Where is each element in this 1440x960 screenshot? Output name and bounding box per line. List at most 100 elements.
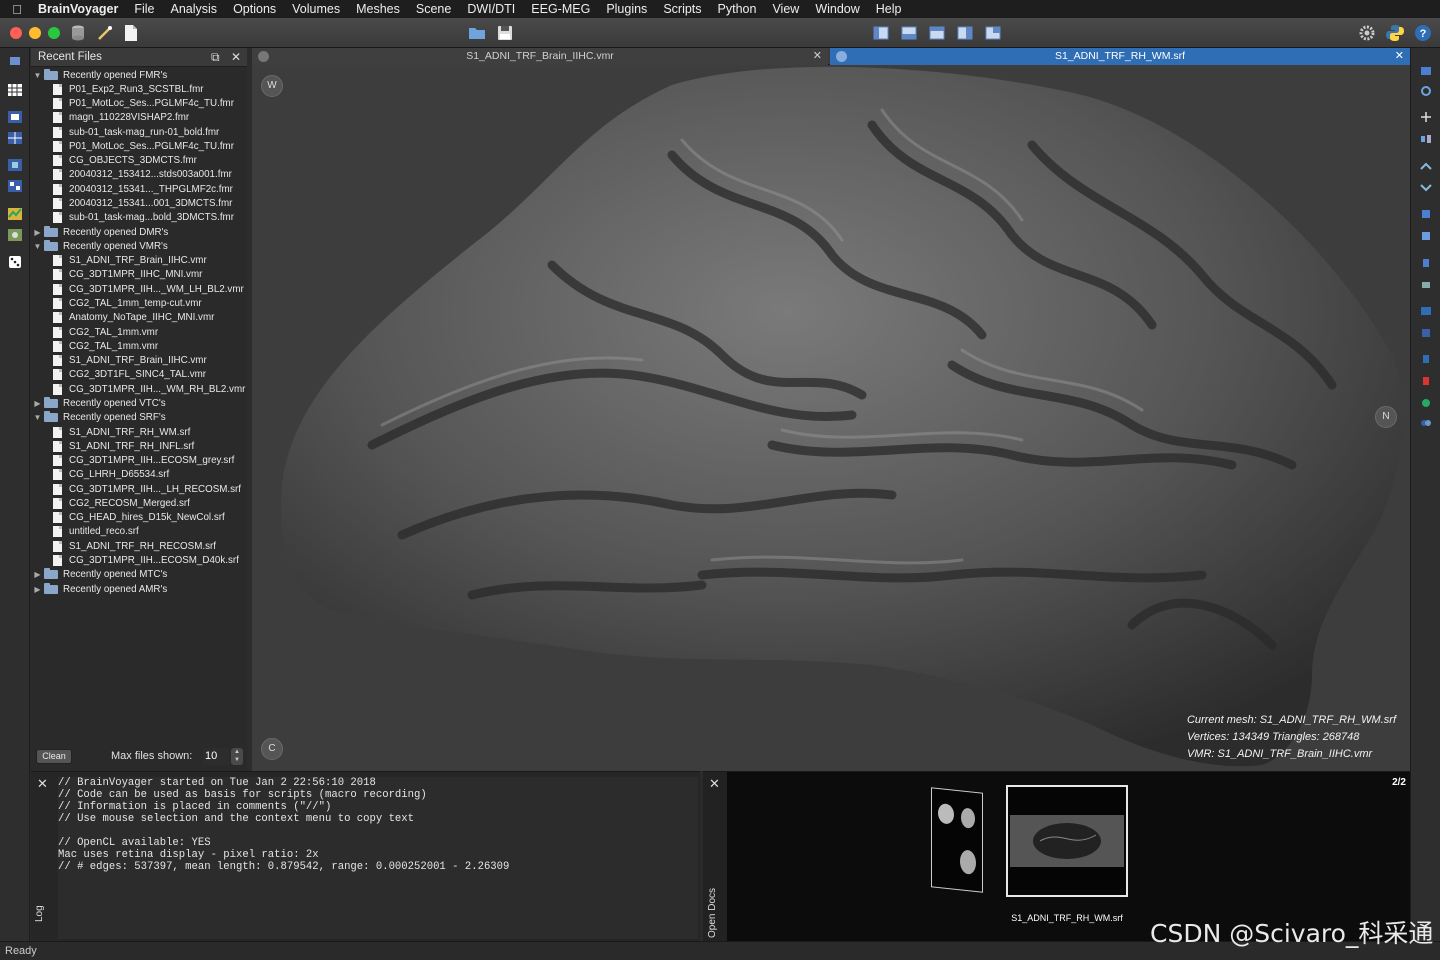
brain-mesh-render[interactable] bbox=[252, 65, 1410, 771]
tree-file-item[interactable]: S1_ADNI_TRF_Brain_IIHC.vmr bbox=[53, 354, 207, 368]
menu-meshes[interactable]: Meshes bbox=[348, 2, 408, 16]
view-c-button[interactable]: C bbox=[261, 738, 283, 760]
tree-file-item[interactable]: 20040312_153412...stds003a001.fmr bbox=[53, 168, 232, 182]
tree-file-item[interactable]: CG_LHRH_D65534.srf bbox=[53, 468, 169, 482]
tree-file-item[interactable]: 20040312_15341...001_3DMCTS.fmr bbox=[53, 197, 232, 211]
new-document-icon[interactable] bbox=[122, 24, 140, 42]
chevron-right-icon[interactable]: ▶ bbox=[33, 228, 42, 237]
tree-file-item[interactable]: CG_3DT1MPR_IIH...ECOSM_D40k.srf bbox=[53, 554, 239, 568]
tree-file-item[interactable]: S1_ADNI_TRF_RH_WM.srf bbox=[53, 425, 190, 439]
tab-srf[interactable]: S1_ADNI_TRF_RH_WM.srf ✕ bbox=[830, 48, 1410, 65]
chevron-down-icon[interactable]: ▼ bbox=[33, 71, 42, 80]
tree-file-item[interactable]: CG2_3DT1FL_SINC4_TAL.vmr bbox=[53, 368, 206, 382]
patch-icon[interactable] bbox=[1420, 328, 1432, 338]
tree-file-item[interactable]: CG2_TAL_1mm_temp-cut.vmr bbox=[53, 296, 202, 310]
tree-file-item[interactable]: CG2_TAL_1mm.vmr bbox=[53, 325, 158, 339]
menu-view[interactable]: View bbox=[764, 2, 807, 16]
menu-volumes[interactable]: Volumes bbox=[284, 2, 348, 16]
volume-tool-icon[interactable] bbox=[7, 54, 23, 68]
move-icon[interactable] bbox=[1420, 112, 1432, 122]
clean-button[interactable]: Clean bbox=[36, 749, 72, 764]
srf-doc-thumbnail[interactable] bbox=[1006, 785, 1128, 897]
window-zoom-button[interactable] bbox=[48, 27, 60, 39]
tree-file-item[interactable]: Anatomy_NoTape_IIHC_MNI.vmr bbox=[53, 311, 214, 325]
menu-options[interactable]: Options bbox=[225, 2, 284, 16]
layout-single-icon[interactable] bbox=[872, 24, 890, 42]
tab-srf-close-icon[interactable]: ✕ bbox=[1395, 48, 1404, 65]
menu-python[interactable]: Python bbox=[710, 2, 765, 16]
green-marker-icon[interactable] bbox=[1420, 398, 1432, 408]
view-w-button[interactable]: W bbox=[261, 75, 283, 97]
tree-file-item[interactable]: magn_110228VISHAP2.fmr bbox=[53, 111, 189, 125]
rotate-icon[interactable] bbox=[1420, 86, 1432, 96]
tree-file-item[interactable]: CG_3DT1MPR_IIH..._WM_RH_BL2.vmr bbox=[53, 382, 245, 396]
multi-slice-icon[interactable] bbox=[7, 131, 23, 145]
tree-group[interactable]: ▼ Recently opened VMR's bbox=[33, 239, 168, 253]
chevron-down-icon[interactable]: ▼ bbox=[33, 242, 42, 251]
menu-scene[interactable]: Scene bbox=[408, 2, 459, 16]
window-close-button[interactable] bbox=[10, 27, 22, 39]
menu-eeg-meg[interactable]: EEG-MEG bbox=[523, 2, 598, 16]
tree-file-item[interactable]: CG_3DT1MPR_IIH..._WM_LH_BL2.vmr bbox=[53, 282, 244, 296]
menu-plugins[interactable]: Plugins bbox=[598, 2, 655, 16]
menu-file[interactable]: File bbox=[126, 2, 162, 16]
max-files-input[interactable]: 10 bbox=[203, 748, 229, 765]
dice-icon[interactable] bbox=[7, 255, 23, 269]
menu-analysis[interactable]: Analysis bbox=[163, 2, 226, 16]
tree-file-item[interactable]: CG_3DT1MPR_IIH...ECOSM_grey.srf bbox=[53, 454, 234, 468]
max-files-stepper[interactable]: ▲ ▼ bbox=[231, 748, 243, 765]
open-folder-icon[interactable] bbox=[468, 24, 486, 42]
chevron-down-icon[interactable]: ▼ bbox=[33, 413, 42, 422]
tree-file-item[interactable]: S1_ADNI_TRF_RH_RECOSM.srf bbox=[53, 539, 216, 553]
float-panel-icon[interactable]: ⧉ bbox=[211, 50, 220, 65]
light-icon[interactable] bbox=[1420, 162, 1432, 172]
menu-app-name[interactable]: BrainVoyager bbox=[34, 2, 126, 16]
tree-file-item[interactable]: CG2_TAL_1mm.vmr bbox=[53, 339, 158, 353]
colors-icon[interactable] bbox=[1420, 418, 1432, 428]
segmentation-icon[interactable] bbox=[7, 228, 23, 242]
tree-group[interactable]: ▼ Recently opened SRF's bbox=[33, 411, 166, 425]
tree-file-item[interactable]: P01_MotLoc_Ses...PGLMF4c_TU.fmr bbox=[53, 97, 234, 111]
select-mesh-icon[interactable] bbox=[1420, 306, 1432, 316]
tree-file-item[interactable]: sub-01_task-mag_run-01_bold.fmr bbox=[53, 125, 219, 139]
tab-vmr-close-icon[interactable]: ✕ bbox=[813, 48, 822, 65]
tree-file-item[interactable]: 20040312_15341..._THPGLMF2c.fmr bbox=[53, 182, 233, 196]
python-icon[interactable] bbox=[1386, 24, 1404, 42]
apple-icon[interactable]:  bbox=[0, 2, 34, 17]
layout-grid-icon[interactable] bbox=[984, 24, 1002, 42]
mesh-tool-icon[interactable] bbox=[1420, 66, 1432, 76]
zoom-icon[interactable] bbox=[1420, 134, 1432, 144]
tab-vmr[interactable]: S1_ADNI_TRF_Brain_IIHC.vmr ✕ bbox=[252, 48, 828, 65]
close-panel-icon[interactable]: ✕ bbox=[231, 50, 241, 64]
tree-file-item[interactable]: CG_HEAD_hires_D15k_NewCol.srf bbox=[53, 511, 225, 525]
open-docs-close-icon[interactable]: ✕ bbox=[709, 776, 720, 792]
inflate-icon[interactable] bbox=[1420, 231, 1432, 241]
chevron-right-icon[interactable]: ▶ bbox=[33, 585, 42, 594]
curvature-icon[interactable] bbox=[1420, 280, 1432, 290]
menu-window[interactable]: Window bbox=[807, 2, 867, 16]
menu-dwi-dti[interactable]: DWI/DTI bbox=[459, 2, 523, 16]
red-marker-icon[interactable] bbox=[1420, 376, 1432, 386]
settings-gear-icon[interactable] bbox=[1358, 24, 1376, 42]
window-minimize-button[interactable] bbox=[29, 27, 41, 39]
slice-view-icon[interactable] bbox=[7, 110, 23, 124]
tree-file-item[interactable]: P01_Exp2_Run3_SCSTBL.fmr bbox=[53, 82, 204, 96]
view-n-button[interactable]: N bbox=[1375, 406, 1397, 428]
tree-file-item[interactable]: P01_MotLoc_Ses...PGLMF4c_TU.fmr bbox=[53, 139, 234, 153]
save-icon[interactable] bbox=[496, 24, 514, 42]
tree-file-item[interactable]: CG_3DT1MPR_IIHC_MNI.vmr bbox=[53, 268, 202, 282]
menu-help[interactable]: Help bbox=[868, 2, 910, 16]
chevron-right-icon[interactable]: ▶ bbox=[33, 570, 42, 579]
layout-horizontal-icon[interactable] bbox=[900, 24, 918, 42]
tree-group[interactable]: ▶ Recently opened AMR's bbox=[33, 582, 167, 596]
tree-file-item[interactable]: CG_OBJECTS_3DMCTS.fmr bbox=[53, 154, 197, 168]
tree-file-item[interactable]: S1_ADNI_TRF_Brain_IIHC.vmr bbox=[53, 254, 207, 268]
fmr-icon[interactable] bbox=[7, 179, 23, 193]
log-text[interactable]: // BrainVoyager started on Tue Jan 2 22:… bbox=[58, 777, 698, 939]
log-close-icon[interactable]: ✕ bbox=[37, 776, 48, 792]
smooth-icon[interactable] bbox=[1420, 209, 1432, 219]
help-icon[interactable]: ? bbox=[1414, 24, 1432, 42]
vmr-doc-thumbnail[interactable] bbox=[931, 787, 983, 893]
magic-wand-icon[interactable] bbox=[96, 24, 114, 42]
chevron-right-icon[interactable]: ▶ bbox=[33, 399, 42, 408]
